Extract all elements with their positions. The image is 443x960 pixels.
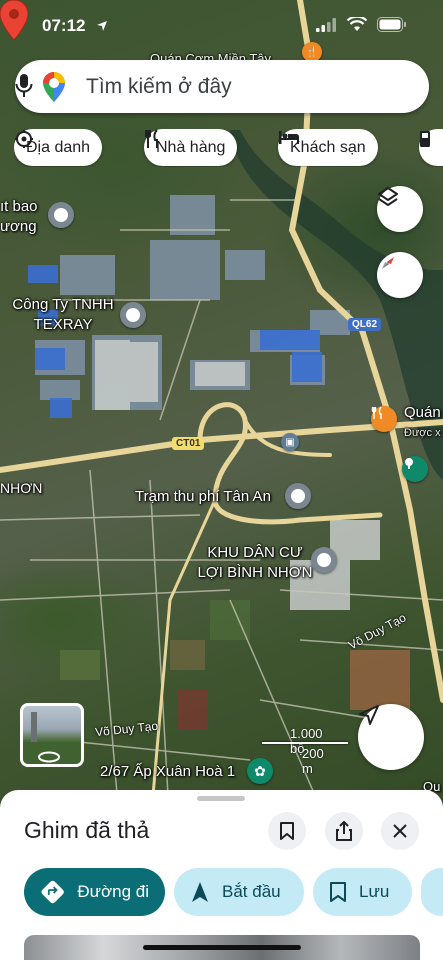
layers-button[interactable] [377, 186, 423, 232]
chip-landmark[interactable]: Địa danh [14, 129, 103, 166]
home-indicator [143, 945, 301, 950]
chip-hotel[interactable]: Khách sạn [278, 129, 378, 166]
chip-hotel-label: Khách sạn [290, 138, 366, 156]
close-icon [393, 824, 407, 838]
map-label-address[interactable]: 2/67 Ấp Xuân Hoà 1 [100, 763, 235, 781]
map-label-right-poi-2[interactable]: Được x [404, 424, 441, 442]
save-bookmark-icon [330, 882, 346, 902]
chip-restaurant-label: Nhà hàng [156, 138, 226, 156]
directions-label: Đường đi [77, 882, 149, 901]
flower-poi-icon[interactable]: ✿ [247, 758, 273, 784]
landmark-icon [15, 130, 33, 148]
close-button[interactable] [381, 812, 419, 850]
start-button[interactable]: Bắt đầu [174, 868, 304, 916]
save-button[interactable]: Lưu [313, 868, 412, 916]
compass-icon [382, 257, 394, 269]
my-location-button[interactable] [358, 704, 424, 770]
restaurant-icon [145, 129, 158, 148]
map-label-toll[interactable]: Trạm thu phí Tân An [135, 488, 271, 506]
navigation-arrow-icon [359, 705, 379, 725]
map-label-left-poi-2[interactable]: ương [0, 218, 37, 236]
navigation-start-icon [192, 882, 208, 902]
restaurant-poi-icon-2[interactable] [371, 406, 397, 432]
layers-icon [378, 187, 398, 206]
category-chips: Địa danh Nhà hàng Khách sạn [14, 129, 443, 167]
dropped-pin-icon[interactable] [0, 0, 28, 40]
battery-icon [377, 17, 406, 32]
bookmark-icon [280, 822, 294, 840]
map-view[interactable]: 07:12 Quán Cơm Miền Tây 🍴 ıt bao ương Cô… [0, 0, 443, 830]
search-placeholder[interactable]: Tìm kiếm ở đây [86, 75, 232, 99]
save-label: Lưu [359, 882, 390, 901]
wifi-icon [347, 17, 367, 31]
map-label-nhon: NHƠN [0, 480, 43, 496]
map-label-company-2[interactable]: TEXRAY [8, 316, 118, 334]
road-tag-ct01: CT01 [172, 437, 205, 450]
road-tag-ql62: QL62 [348, 318, 382, 331]
start-label: Bắt đầu [222, 882, 281, 901]
directions-button[interactable]: Đường đi [24, 868, 165, 916]
map-label-residential-1[interactable]: KHU DÂN CƯ [185, 544, 325, 562]
directions-icon [41, 880, 64, 904]
gas-station-icon [420, 131, 430, 147]
scale-meters: 200 m [302, 746, 324, 776]
restaurant-poi-icon[interactable]: 🍴 [302, 42, 322, 62]
bookmark-button[interactable] [268, 812, 306, 850]
map-label-residential-2[interactable]: LỢI BÌNH NHƠN [180, 564, 330, 582]
street-view-thumbnail[interactable] [20, 703, 84, 767]
more-actions-button[interactable] [421, 868, 443, 916]
chip-landmark-label: Địa danh [26, 138, 91, 156]
bus-stop-icon[interactable]: ▣ [281, 433, 299, 451]
chip-gas[interactable] [419, 129, 443, 166]
microphone-icon[interactable] [15, 73, 33, 99]
map-label-left-poi-1[interactable]: ıt bao [0, 198, 38, 216]
toll-poi-icon[interactable] [285, 483, 311, 509]
residential-poi-icon[interactable] [311, 547, 337, 573]
chip-restaurant[interactable]: Nhà hàng [144, 129, 238, 166]
search-bar[interactable]: Tìm kiếm ở đây [15, 60, 429, 113]
share-icon [336, 821, 352, 841]
hotel-icon [279, 131, 299, 144]
park-poi-icon[interactable] [402, 456, 428, 482]
status-bar: 07:12 [0, 0, 443, 50]
sheet-drag-handle[interactable] [197, 796, 245, 801]
sheet-title: Ghim đã thả [24, 817, 150, 843]
place-poi-icon[interactable] [48, 202, 74, 228]
cellular-signal-icon [316, 18, 336, 32]
maps-logo-icon [43, 72, 65, 102]
location-arrow-icon [97, 21, 107, 31]
share-button[interactable] [325, 812, 363, 850]
compass-button[interactable] [377, 252, 423, 298]
company-poi-icon[interactable] [120, 302, 146, 328]
rotate-360-icon [38, 751, 60, 763]
status-time: 07:12 [42, 16, 86, 35]
map-label-company-1[interactable]: Công Ty TNHH [8, 296, 118, 314]
dropped-pin-sheet[interactable]: Ghim đã thả Đường đi Bắt đầu Lưu [0, 790, 443, 960]
map-label-right-poi-1[interactable]: Quán [404, 404, 441, 422]
